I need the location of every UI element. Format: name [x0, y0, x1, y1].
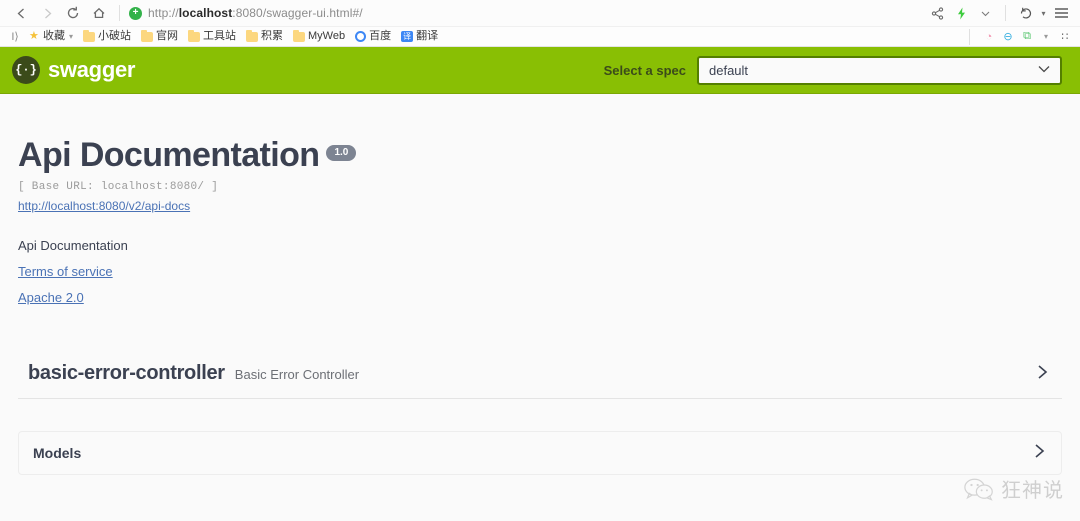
bookmark-jilei[interactable]: 积累 — [241, 28, 288, 46]
extensions-divider — [969, 28, 970, 45]
extensions-group: ◔ ⊖ ⧉ ▾ ∷ — [962, 28, 1074, 45]
adblock-extension-icon[interactable]: ⊖ — [1001, 30, 1015, 44]
api-info-block: Api Documentation 1.0 [ Base URL: localh… — [0, 94, 1080, 305]
terms-of-service-link[interactable]: Terms of service — [18, 264, 1080, 279]
bookmarks-bar: I⟩ ★ 收藏 ▾ 小破站 官网 工具站 积累 MyWeb 百度 译 翻译 ◔ … — [0, 26, 1080, 46]
browser-toolbar: + http://localhost:8080/swagger-ui.html#… — [0, 0, 1080, 26]
swagger-topbar: {·} swagger Select a spec default — [0, 47, 1080, 94]
history-back-icon[interactable] — [1015, 2, 1037, 24]
watermark-text: 狂神说 — [1001, 478, 1064, 502]
tag-header[interactable]: basic-error-controller Basic Error Contr… — [18, 352, 1062, 399]
swagger-logo-icon: {·} — [12, 56, 40, 84]
swagger-logo-glyph: {·} — [15, 63, 37, 77]
tag-description: Basic Error Controller — [234, 366, 360, 382]
watermark: 狂神说 — [964, 474, 1064, 503]
folder-icon — [188, 29, 201, 42]
folder-icon — [141, 29, 154, 42]
star-icon: ★ — [29, 30, 39, 42]
swagger-brand-text: swagger — [48, 57, 136, 82]
chevron-down-icon[interactable]: ▾ — [69, 32, 73, 41]
url-suffix: :8080/swagger-ui.html#/ — [232, 6, 363, 20]
chevron-down-icon — [1038, 64, 1050, 76]
bookmark-label: 百度 — [369, 30, 392, 42]
bookmark-label: 翻译 — [416, 30, 439, 42]
swagger-logo-link[interactable]: {·} swagger — [12, 56, 135, 84]
bookmark-myweb[interactable]: MyWeb — [288, 28, 350, 46]
wechat-icon — [964, 478, 993, 501]
history-caret-icon[interactable]: ▾ — [1039, 2, 1048, 24]
translate-icon: 译 — [401, 31, 414, 42]
tag-name: basic-error-controller — [28, 361, 225, 384]
back-arrow-icon[interactable] — [8, 2, 34, 24]
share-icon[interactable] — [926, 2, 948, 24]
bookmark-fanyi[interactable]: 译 翻译 — [396, 28, 443, 46]
api-docs-link[interactable]: http://localhost:8080/v2/api-docs — [18, 199, 190, 213]
bookmark-label: 官网 — [156, 30, 179, 42]
address-bar[interactable]: + http://localhost:8080/swagger-ui.html#… — [127, 2, 926, 24]
bookmark-label: 收藏 — [43, 30, 65, 42]
models-section[interactable]: Models — [18, 430, 1062, 475]
home-icon[interactable] — [86, 2, 112, 24]
grid-apps-icon[interactable]: ∷ — [1058, 30, 1072, 44]
extension-caret-icon[interactable]: ▾ — [1039, 30, 1053, 44]
bookmark-label: 积累 — [261, 30, 284, 42]
bookmark-label: 工具站 — [203, 30, 237, 42]
folder-icon — [83, 29, 96, 42]
bookmark-label: MyWeb — [308, 30, 346, 42]
forward-arrow-icon — [34, 2, 60, 24]
folder-icon — [246, 29, 259, 42]
license-link[interactable]: Apache 2.0 — [18, 290, 1080, 305]
api-title-row: Api Documentation 1.0 — [18, 136, 1080, 174]
toolbar-right-group: ▾ — [926, 2, 1072, 24]
chevron-down-icon[interactable] — [974, 2, 996, 24]
bookmark-gongjuzhan[interactable]: 工具站 — [183, 28, 241, 46]
baidu-icon — [355, 31, 367, 42]
browser-menu-icon[interactable] — [1050, 2, 1072, 24]
swagger-ui-page: Api Documentation 1.0 [ Base URL: localh… — [0, 94, 1080, 521]
secure-glyph: + — [132, 7, 139, 18]
tag-section-basic-error-controller: basic-error-controller Basic Error Contr… — [0, 352, 1080, 399]
bookmark-xiaopozhan[interactable]: 小破站 — [78, 28, 136, 46]
api-description: Api Documentation — [18, 237, 128, 253]
chevron-right-icon[interactable] — [1032, 441, 1047, 464]
toolbar-divider-2 — [1005, 5, 1006, 21]
page-title: Api Documentation — [18, 136, 320, 174]
address-bar-url: http://localhost:8080/swagger-ui.html#/ — [148, 6, 363, 20]
spec-select-dropdown[interactable]: default — [697, 55, 1062, 85]
chevron-right-icon[interactable] — [1035, 362, 1050, 385]
secure-shield-icon: + — [129, 6, 142, 20]
reload-icon[interactable] — [60, 2, 86, 24]
folder-icon — [293, 29, 306, 42]
bookmark-label: 小破站 — [98, 30, 132, 42]
bookmark-guanwang[interactable]: 官网 — [136, 28, 183, 46]
toolbar-divider — [119, 5, 120, 21]
version-badge: 1.0 — [326, 145, 357, 161]
select-spec-label: Select a spec — [603, 62, 686, 78]
apps-shortcut-icon[interactable]: I⟩ — [6, 30, 24, 43]
url-prefix: http:// — [148, 6, 179, 20]
browser-chrome: + http://localhost:8080/swagger-ui.html#… — [0, 0, 1080, 47]
models-title: Models — [33, 444, 82, 461]
url-host: localhost — [178, 6, 233, 20]
spec-selected-value: default — [709, 62, 749, 78]
cat-extension-icon[interactable]: ◔ — [982, 30, 996, 44]
bookmark-baidu[interactable]: 百度 — [350, 28, 396, 46]
download-bolt-icon[interactable] — [950, 2, 972, 24]
bookmark-favorites[interactable]: ★ 收藏 ▾ — [24, 28, 78, 46]
base-url-text: [ Base URL: localhost:8080/ ] — [18, 180, 219, 193]
add-extension-icon[interactable]: ⧉ — [1020, 30, 1034, 44]
